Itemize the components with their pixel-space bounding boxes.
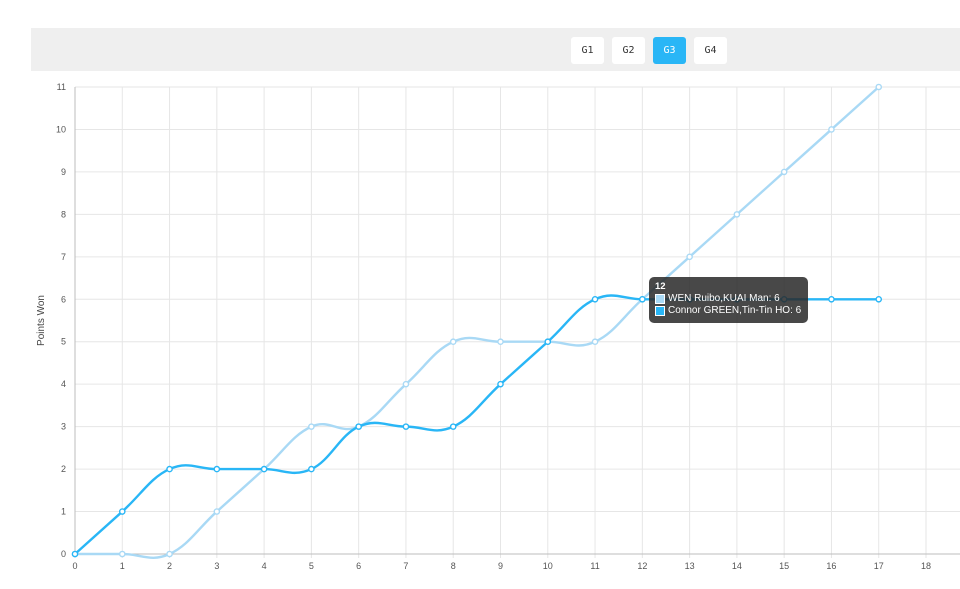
tooltip-swatch [655,306,665,316]
series-2-point [166,465,173,473]
series-1-point [780,168,788,176]
series-2-point [71,550,79,558]
y-tick-label: 2 [61,464,66,474]
series-1-point [497,338,504,346]
series-line-2 [74,294,879,555]
tooltip-row-label: Connor GREEN,Tin-Tin HO: 6 [668,305,802,316]
chart-tooltip: 12 WEN Ruibo,KUAI Man: 6 Connor GREEN,Ti… [649,277,808,323]
series-1-point [733,211,741,218]
tooltip-title: 12 [655,281,666,292]
x-tick-label: 3 [214,561,219,571]
y-tick-label: 7 [61,252,66,262]
series-1-point [213,508,221,515]
series-2-point [402,423,410,430]
series-2-point [544,338,552,346]
x-tick-label: 2 [167,561,172,571]
y-tick-label: 5 [61,337,66,347]
series-1-point [118,550,126,558]
x-tick-label: 5 [309,561,314,571]
x-tick-label: 18 [921,561,931,571]
y-tick-label: 0 [61,549,66,559]
series-2-point [449,423,457,430]
y-axis-label: Points Won [36,295,47,346]
x-tick-label: 8 [451,561,456,571]
tooltip-swatch [655,294,665,304]
y-tick-label: 10 [56,124,66,134]
series-1-point [402,380,410,388]
x-tick-label: 4 [262,561,267,571]
y-tick-label: 9 [61,167,66,177]
x-tick-label: 13 [685,561,695,571]
x-tick-label: 10 [543,561,553,571]
x-tick-label: 9 [498,561,503,571]
series-2-point [591,295,599,303]
tooltip-row-label: WEN Ruibo,KUAI Man: 6 [668,293,780,304]
series-2-point [118,508,126,515]
series-2-point [639,295,646,303]
x-tick-label: 1 [120,561,125,571]
x-tick-label: 15 [779,561,789,571]
x-tick-label: 12 [637,561,647,571]
series-1-point [591,338,599,346]
series-2-point [875,295,883,303]
series-1-point [166,550,173,558]
y-tick-label: 1 [61,507,66,517]
x-tick-label: 6 [356,561,361,571]
tooltip-row: Connor GREEN,Tin-Tin HO: 6 [655,305,802,317]
y-tick-label: 4 [61,379,66,389]
tooltip-row: WEN Ruibo,KUAI Man: 6 [655,293,802,305]
points-line-chart: 012345678910110 1 2 3 4 5 6 7 8 9 10 11 12 13 14 15 16 17… [36,82,960,571]
x-tick-label: 7 [403,561,408,571]
series-1-point [875,83,883,91]
series-1-point [686,253,693,261]
y-tick-label: 11 [57,82,66,92]
series-2-point [260,465,268,473]
series-2-point [828,295,835,303]
y-tick-label: 3 [61,422,66,432]
x-tick-label: 16 [826,561,836,571]
series-2-point [213,465,221,473]
x-tick-label: 17 [874,561,884,571]
series-2-point [497,380,504,388]
y-tick-label: 6 [61,294,66,304]
x-tick-label: 14 [732,561,742,571]
x-tick-label: 0 [72,561,77,571]
series-1-point [828,126,835,133]
series-2-point [355,423,362,430]
series-1-point [308,423,315,430]
x-tick-label: 11 [590,561,599,571]
series-2-point [308,465,315,473]
series-1-point [449,338,457,346]
y-tick-label: 8 [61,209,66,219]
